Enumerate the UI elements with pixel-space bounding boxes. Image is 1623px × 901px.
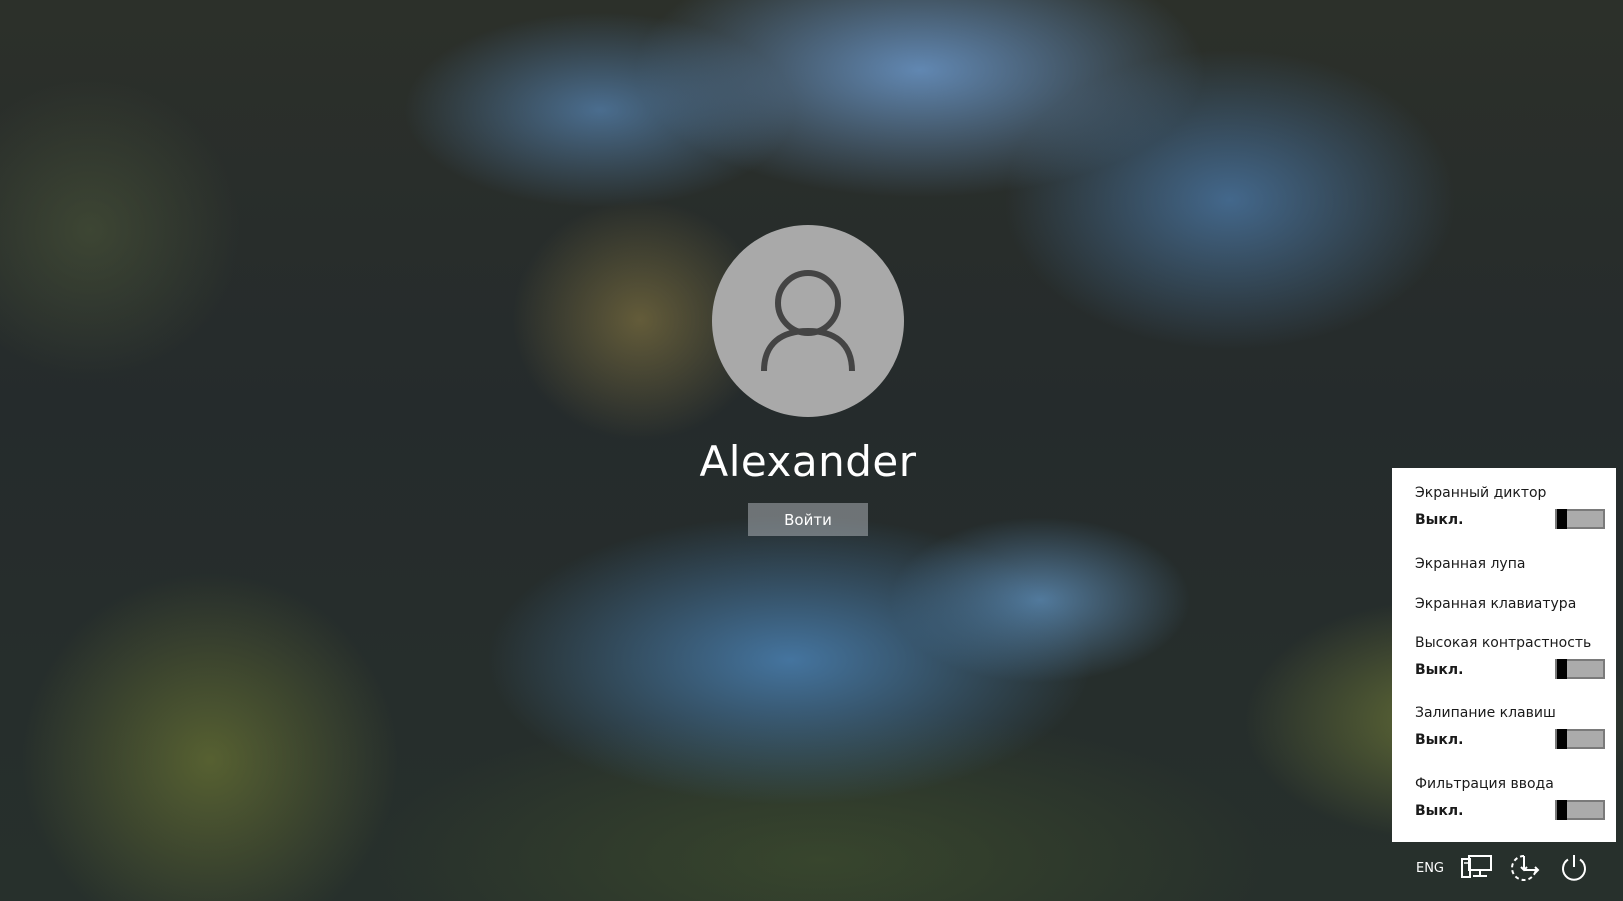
language-indicator[interactable]: ENG <box>1405 848 1455 888</box>
option-label: Фильтрация ввода <box>1415 776 1554 792</box>
option-on-screen-keyboard[interactable]: Экранная клавиатура <box>1415 596 1604 612</box>
ease-of-access-button[interactable] <box>1505 848 1545 888</box>
toggle-knob <box>1557 800 1567 820</box>
option-high-contrast: Высокая контрастность Выкл. <box>1415 635 1605 679</box>
narrator-toggle[interactable] <box>1555 509 1605 529</box>
option-filter-keys: Фильтрация ввода Выкл. <box>1415 776 1605 820</box>
ease-of-access-icon <box>1511 855 1540 881</box>
high-contrast-toggle[interactable] <box>1555 659 1605 679</box>
option-magnifier[interactable]: Экранная лупа <box>1415 556 1604 572</box>
power-button[interactable] <box>1554 848 1594 888</box>
option-narrator: Экранный диктор Выкл. <box>1415 485 1605 529</box>
option-label: Залипание клавиш <box>1415 705 1556 721</box>
option-label[interactable]: Экранная лупа <box>1415 556 1604 572</box>
option-state: Выкл. <box>1415 512 1464 528</box>
option-state: Выкл. <box>1415 662 1464 678</box>
network-icon <box>1461 855 1492 878</box>
option-state: Выкл. <box>1415 732 1464 748</box>
power-icon <box>1562 855 1586 881</box>
toggle-knob <box>1557 729 1567 749</box>
filter-keys-toggle[interactable] <box>1555 800 1605 820</box>
option-label: Экранный диктор <box>1415 485 1547 501</box>
sticky-keys-toggle[interactable] <box>1555 729 1605 749</box>
user-name: Alexander <box>699 437 917 486</box>
option-sticky-keys: Залипание клавиш Выкл. <box>1415 705 1605 749</box>
toggle-knob <box>1557 659 1567 679</box>
toggle-knob <box>1557 509 1567 529</box>
option-label: Высокая контрастность <box>1415 635 1592 651</box>
network-button[interactable] <box>1457 848 1497 888</box>
user-avatar <box>712 225 904 417</box>
user-icon <box>761 270 855 372</box>
option-state: Выкл. <box>1415 803 1464 819</box>
option-label[interactable]: Экранная клавиатура <box>1415 596 1604 612</box>
ease-of-access-menu: Экранный диктор Выкл. Экранная лупа Экра… <box>1392 468 1616 842</box>
sign-in-button[interactable]: Войти <box>748 503 868 536</box>
